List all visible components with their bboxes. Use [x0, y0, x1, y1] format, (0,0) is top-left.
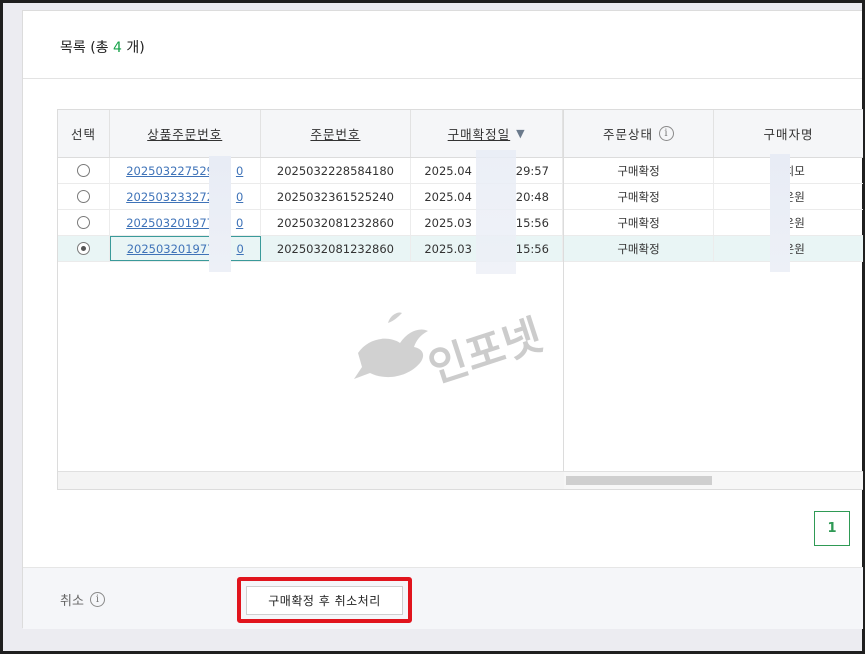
list-title-prefix: 목록 (총	[60, 40, 114, 56]
product-order-no-link[interactable]: 2025032332720000	[110, 184, 261, 209]
grid-header-row: 주문상태 i 구매자명	[564, 110, 863, 158]
app-frame: 목록 (총 4 개) 선택 상품주문번호 주문번호 구매확정일 ▼ 2025032…	[3, 3, 863, 651]
order-status-cell: 구매확정	[564, 158, 714, 183]
cancel-section-label: 취소 i	[60, 590, 105, 609]
product-order-no-link[interactable]: 2025032275290000	[110, 158, 261, 183]
table-row[interactable]: 구매확정 __은원	[564, 184, 863, 210]
order-grid: 선택 상품주문번호 주문번호 구매확정일▼ 2025032275290000 2…	[57, 109, 863, 490]
cancel-after-confirm-button[interactable]: 구매확정 후 취소처리	[246, 586, 403, 615]
order-no-cell: 2025032081232860	[261, 210, 412, 235]
table-row[interactable]: 구매확정 __은원	[564, 210, 863, 236]
grid-scroll-section: 주문상태i 구매자명 구매확정 __희모 구매확정 __은원 구매확정 __은원…	[564, 110, 863, 489]
order-no-cell: 2025032228584180	[261, 158, 412, 183]
product-order-no-link[interactable]: 2025032019770000	[109, 236, 261, 261]
horizontal-scrollbar-left[interactable]	[58, 471, 564, 489]
scrollbar-thumb[interactable]	[566, 476, 712, 485]
order-no-cell: 2025032361525240	[261, 184, 412, 209]
col-header-order-status: 주문상태 i	[564, 110, 714, 157]
col-header-product-order-no[interactable]: 상품주문번호	[110, 110, 261, 157]
table-row[interactable]: 구매확정 __희모	[564, 158, 863, 184]
list-count: 4	[113, 40, 122, 56]
page-button-1[interactable]: 1	[814, 511, 850, 546]
product-order-no-link[interactable]: 2025032019770000	[110, 210, 261, 235]
row-radio-cell[interactable]	[58, 158, 110, 183]
redaction-mask	[770, 154, 790, 272]
col-header-order-no[interactable]: 주문번호	[261, 110, 412, 157]
row-radio-cell[interactable]	[58, 184, 110, 209]
col-header-select: 선택	[58, 110, 110, 157]
order-status-cell: 구매확정	[564, 210, 714, 235]
row-radio[interactable]	[76, 216, 90, 229]
horizontal-scrollbar-right[interactable]	[564, 471, 863, 489]
list-header: 목록 (총 4 개)	[23, 11, 862, 79]
action-bar: 취소 i 구매확정 후 취소처리	[23, 567, 863, 629]
grid-fixed-section: 선택 상품주문번호 주문번호 구매확정일▼ 2025032275290000 2…	[58, 110, 564, 489]
info-icon[interactable]: i	[659, 126, 674, 141]
row-radio[interactable]	[76, 190, 90, 203]
order-status-cell: 구매확정	[564, 184, 714, 209]
list-title-suffix: 개)	[121, 40, 145, 56]
order-list-panel: 목록 (총 4 개) 선택 상품주문번호 주문번호 구매확정일 ▼ 2025032…	[22, 10, 863, 629]
table-row-selected[interactable]: 구매확정 __은원	[564, 236, 863, 262]
row-radio-checked[interactable]	[76, 242, 90, 255]
sort-desc-icon: ▼	[516, 127, 526, 140]
order-no-cell: 2025032081232860	[261, 236, 412, 261]
info-icon[interactable]: i	[89, 592, 105, 607]
col-header-buyer-name: 구매자명	[714, 110, 863, 157]
row-radio-cell[interactable]	[58, 210, 110, 235]
row-radio[interactable]	[76, 164, 90, 177]
row-radio-cell[interactable]	[58, 236, 110, 261]
redaction-mask	[476, 150, 516, 274]
order-status-cell: 구매확정	[564, 236, 714, 261]
redaction-mask	[209, 156, 231, 272]
